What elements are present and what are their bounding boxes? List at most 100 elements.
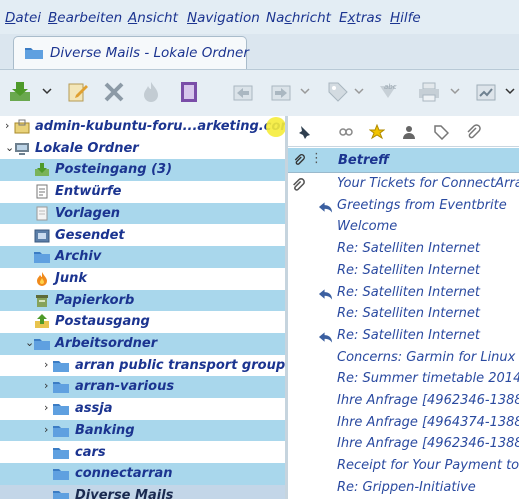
message-row[interactable]: Re: Summer timetable 2014 Arr <box>288 369 519 391</box>
folder-label: Posteingang (3) <box>55 162 173 178</box>
menu-navigation[interactable]: Navigation <box>187 10 260 26</box>
message-row[interactable]: Welcome <box>288 217 519 239</box>
unread-filter-icon[interactable] <box>338 124 354 140</box>
chevron-right-icon[interactable]: › <box>44 359 53 370</box>
pin-icon[interactable] <box>296 124 312 140</box>
message-row[interactable]: Re: Satelliten Internet <box>288 304 519 326</box>
folder-arran-various[interactable]: › arran-various <box>0 376 285 399</box>
message-row[interactable]: Ihre Anfrage [4964374-1388422 <box>288 413 519 435</box>
message-subject: Ihre Anfrage [4962346-1388321 <box>337 436 519 452</box>
chevron-down-icon[interactable]: ⌄ <box>5 142 14 153</box>
cursor-highlight <box>266 117 286 137</box>
chevron-down-icon[interactable] <box>354 87 364 95</box>
tab-diverse-mails[interactable]: Diverse Mails - Lokale Ordner <box>13 36 249 69</box>
menu-bar: Datei Bearbeiten Ansicht Navigation Nach… <box>0 0 519 34</box>
folder-junk[interactable]: Junk <box>0 267 285 290</box>
folder-label: arran-various <box>75 379 175 395</box>
menu-hilfe[interactable]: Hilfe <box>390 10 421 26</box>
delete-icon[interactable] <box>102 80 126 104</box>
tag-icon[interactable] <box>326 80 350 104</box>
message-subject: Your Tickets for ConnectArran S <box>337 176 519 191</box>
message-row[interactable]: Re: Satelliten Internet <box>288 261 519 283</box>
chevron-right-icon[interactable]: › <box>44 402 53 413</box>
folder-icon <box>53 360 69 372</box>
print-icon[interactable] <box>417 80 441 104</box>
sent-icon <box>34 229 50 242</box>
folder-posteingang[interactable]: Posteingang (3) <box>0 159 285 182</box>
folder-gesendet[interactable]: Gesendet <box>0 224 285 247</box>
attachment-column-icon[interactable] <box>293 154 305 166</box>
folder-label: Postausgang <box>55 314 150 330</box>
get-messages-icon[interactable] <box>8 80 32 104</box>
message-row[interactable]: Re: Satelliten Internet <box>288 239 519 261</box>
quick-filter-bar <box>288 116 519 147</box>
folder-archiv[interactable]: Archiv <box>0 246 285 268</box>
message-row[interactable]: Greetings from Eventbrite <box>288 196 519 218</box>
folder-diverse-mails[interactable]: Diverse Mails <box>0 484 285 499</box>
message-row[interactable]: Your Tickets for ConnectArran S <box>288 174 519 196</box>
chevron-down-icon[interactable]: ⌄ <box>25 337 34 348</box>
attachment-icon <box>293 178 305 191</box>
forward-icon[interactable] <box>269 80 293 104</box>
svg-text:abc: abc <box>384 83 397 91</box>
folder-lokale-ordner[interactable]: ⌄ Lokale Ordner <box>0 137 285 160</box>
message-row[interactable]: Receipt for Your Payment to Co <box>288 456 519 478</box>
outbox-icon <box>35 314 49 329</box>
message-row[interactable]: Ihre Anfrage [4962346-1388321 <box>288 434 519 456</box>
folder-assja[interactable]: › assja <box>0 398 285 420</box>
message-row[interactable]: Ihre Anfrage [4962346-1388321 <box>288 391 519 413</box>
chevron-right-icon[interactable]: › <box>44 424 53 435</box>
folder-icon <box>53 404 69 416</box>
message-row[interactable]: Re: Grippen-Initiative <box>288 478 519 499</box>
message-row[interactable]: Re: Satelliten Internet <box>288 283 519 305</box>
folder-banking[interactable]: › Banking <box>0 419 285 442</box>
folder-entwuerfe[interactable]: Entwürfe <box>0 181 285 203</box>
chevron-down-icon[interactable] <box>300 87 310 95</box>
folder-account[interactable]: › admin-kubuntu-foru...arketing.com (* <box>0 116 285 138</box>
junk-icon[interactable] <box>139 80 163 104</box>
folder-papierkorb[interactable]: Papierkorb <box>0 289 285 312</box>
message-subject: Re: Grippen-Initiative <box>337 479 476 495</box>
message-row[interactable]: Re: Satelliten Internet <box>288 326 519 348</box>
chevron-right-icon[interactable]: › <box>44 380 53 391</box>
folder-arbeitsordner[interactable]: ⌄ Arbeitsordner <box>0 333 285 355</box>
folder-icon <box>34 339 50 350</box>
menu-bearbeiten[interactable]: Bearbeiten <box>48 10 122 26</box>
inbox-icon <box>35 163 49 177</box>
folder-arran-public-transport-group[interactable]: › arran public transport group <box>0 354 285 377</box>
chevron-down-icon[interactable] <box>450 87 460 95</box>
tag-filter-icon[interactable] <box>433 124 449 140</box>
folder-pane: › admin-kubuntu-foru...arketing.com (* ⌄… <box>0 116 285 499</box>
folder-postausgang[interactable]: Postausgang <box>0 311 285 333</box>
star-icon[interactable] <box>369 124 385 140</box>
message-subject: Re: Satelliten Internet <box>337 284 481 300</box>
subject-column-header[interactable]: Betreff <box>338 153 389 168</box>
folder-label: assja <box>75 401 113 417</box>
message-subject: Ihre Anfrage [4962346-1388321 <box>337 393 519 408</box>
view-icon[interactable] <box>474 80 498 104</box>
column-separator-icon: ⋮ <box>310 151 323 166</box>
menu-nachricht[interactable]: Nachricht <box>266 10 331 26</box>
folder-vorlagen[interactable]: Vorlagen <box>0 202 285 225</box>
message-subject: Re: Satelliten Internet <box>337 241 481 257</box>
folder-cars[interactable]: cars <box>0 441 285 464</box>
chevron-down-icon[interactable] <box>42 87 52 95</box>
folder-icon <box>53 382 69 394</box>
chevron-down-icon[interactable] <box>505 87 515 95</box>
attachment-filter-icon[interactable] <box>465 124 481 140</box>
menu-datei[interactable]: Datei <box>5 10 41 26</box>
chevron-right-icon[interactable]: › <box>5 120 14 131</box>
reply-icon[interactable] <box>231 80 255 104</box>
contact-icon[interactable] <box>401 124 417 140</box>
toolbar: abc <box>0 69 519 117</box>
write-icon[interactable] <box>66 80 90 104</box>
quick-filter-icon[interactable]: abc <box>376 80 400 104</box>
account-icon <box>14 119 30 134</box>
menu-extras[interactable]: Extras <box>339 10 382 26</box>
folder-connectarran[interactable]: connectarran <box>0 463 285 485</box>
address-book-icon[interactable] <box>177 80 201 104</box>
folder-icon <box>53 447 69 459</box>
drafts-icon <box>36 184 48 199</box>
message-row[interactable]: Concerns: Garmin for Linux <box>288 348 519 370</box>
menu-ansicht[interactable]: Ansicht <box>128 10 178 26</box>
